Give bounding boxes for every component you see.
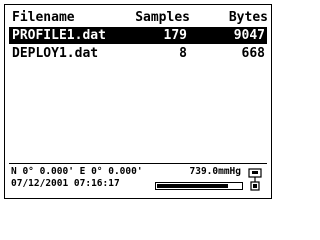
- row-filename: PROFILE1.dat: [12, 28, 106, 43]
- gps-coordinates: N 0° 0.000' E 0° 0.000': [11, 166, 143, 177]
- barometric-pressure: 739.0mmHg: [189, 166, 241, 177]
- table-header: Filename Samples Bytes: [11, 10, 268, 26]
- file-row-deploy1[interactable]: DEPLOY1.dat 8 668: [9, 45, 267, 62]
- date-time: 07/12/2001 07:16:17: [11, 178, 120, 189]
- battery-level-fill: [157, 184, 228, 188]
- header-samples: Samples: [135, 10, 190, 25]
- device-screen: Filename Samples Bytes PROFILE1.dat 179 …: [0, 0, 276, 203]
- row-samples: 179: [163, 28, 187, 43]
- row-bytes: 9047: [233, 28, 265, 43]
- lcd-panel: Filename Samples Bytes PROFILE1.dat 179 …: [4, 4, 272, 199]
- status-divider: [9, 163, 267, 164]
- battery-icon: [155, 182, 243, 190]
- file-row-profile1[interactable]: PROFILE1.dat 179 9047: [9, 27, 267, 44]
- row-samples: 8: [179, 46, 187, 61]
- header-bytes: Bytes: [228, 10, 268, 25]
- row-filename: DEPLOY1.dat: [12, 46, 99, 61]
- row-bytes: 668: [241, 46, 265, 61]
- probe-icon: [248, 168, 262, 191]
- header-filename: Filename: [12, 10, 75, 25]
